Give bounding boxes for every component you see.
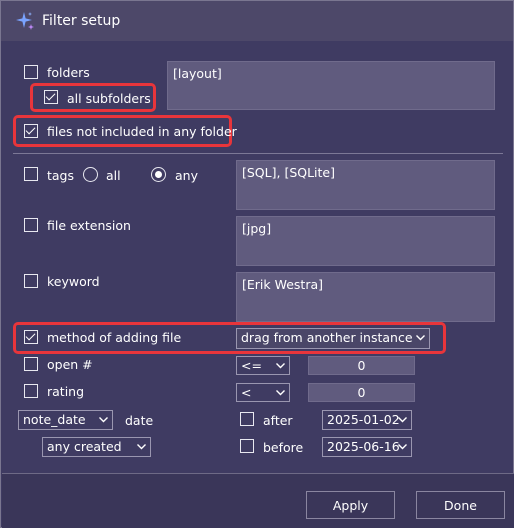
file-extension-label: file extension [47,218,131,233]
tags-radio-any-label: any [175,168,198,183]
files-not-in-folder-checkbox[interactable] [24,124,38,138]
all-subfolders-checkbox[interactable] [44,90,58,104]
date-mode-value: any created [47,439,122,454]
tags-radio-all[interactable] [83,167,98,182]
chevron-down-icon [276,390,285,396]
folders-label: folders [47,65,90,80]
method-select-value: drag from another instance [241,330,413,345]
chevron-down-icon [137,444,146,450]
open-count-operator: <= [241,358,262,373]
file-extension-checkbox[interactable] [24,218,38,232]
chevron-down-icon [398,444,407,450]
dialog-footer: Apply Done [2,473,514,528]
after-date-picker[interactable]: 2025-01-02 [322,410,412,430]
keyword-checkbox[interactable] [24,274,38,288]
folders-checkbox[interactable] [24,65,38,79]
rating-operator-select[interactable]: < [236,383,290,402]
keyword-label: keyword [47,274,100,289]
chevron-down-icon [416,335,425,341]
before-checkbox[interactable] [240,439,254,453]
method-checkbox[interactable] [24,330,38,344]
tags-field[interactable]: [SQL], [SQLite] [236,160,495,210]
date-field-value: note_date [23,412,86,427]
before-date-picker[interactable]: 2025-06-16 [322,437,412,457]
window-title: Filter setup [42,13,121,29]
rating-label: rating [47,384,85,399]
title-bar: Filter setup [1,1,513,41]
apply-button[interactable]: Apply [306,491,395,519]
date-field-select[interactable]: note_date [18,410,113,430]
keyword-field[interactable]: [Erik Westra] [236,272,495,322]
before-date-value: 2025-06-16 [327,439,400,454]
after-label: after [263,413,293,428]
tags-label: tags [47,168,75,183]
separator [13,153,503,154]
open-count-label: open # [47,357,93,372]
after-date-value: 2025-01-02 [327,412,400,427]
done-button[interactable]: Done [416,491,505,519]
tags-checkbox[interactable] [24,167,38,181]
before-label: before [263,440,304,455]
sparkle-icon [16,12,34,30]
method-label: method of adding file [47,330,182,345]
rating-operator: < [241,385,252,400]
tags-radio-any[interactable] [151,167,166,182]
all-subfolders-label: all subfolders [67,91,151,106]
after-checkbox[interactable] [240,412,254,426]
chevron-down-icon [276,363,285,369]
tags-radio-all-label: all [106,168,121,183]
folders-field[interactable]: [layout] [167,61,495,110]
open-count-field[interactable]: 0 [308,356,415,375]
open-count-operator-select[interactable]: <= [236,356,290,375]
file-extension-field[interactable]: [jpg] [236,216,495,266]
filter-setup-window: Filter setup folders all subfolders [lay… [0,0,514,528]
date-mode-select[interactable]: any created [42,437,151,457]
chevron-down-icon [398,417,407,423]
date-label: date [125,413,154,428]
open-count-checkbox[interactable] [24,357,38,371]
rating-field[interactable]: 0 [308,383,415,402]
method-select[interactable]: drag from another instance [236,328,430,349]
rating-checkbox[interactable] [24,384,38,398]
files-not-in-folder-label: files not included in any folder [47,124,237,139]
chevron-down-icon [99,417,108,423]
